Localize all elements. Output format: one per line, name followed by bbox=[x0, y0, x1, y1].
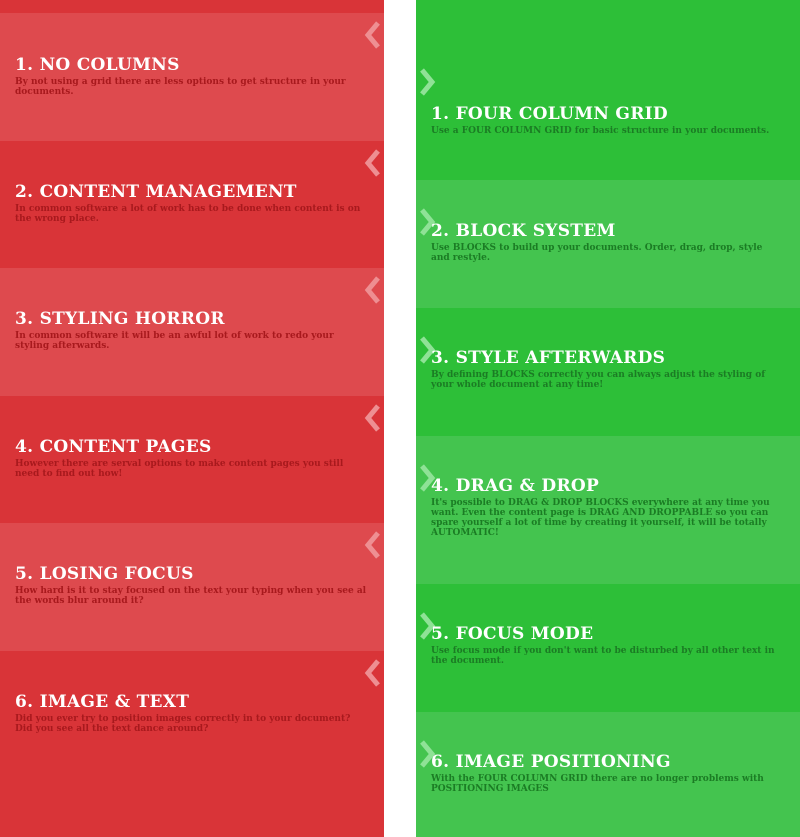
solution-card-2[interactable]: 2. BLOCK SYSTEM Use BLOCKS to build up y… bbox=[416, 180, 800, 308]
problem-title: 1. NO COLUMNS bbox=[15, 55, 180, 75]
chevron-left-icon[interactable] bbox=[362, 276, 384, 304]
problem-card-2[interactable]: 2. CONTENT MANAGEMENT In common software… bbox=[0, 141, 384, 268]
problem-description: By not using a grid there are less optio… bbox=[15, 77, 346, 97]
problems-column: 1. NO COLUMNS By not using a grid there … bbox=[0, 0, 384, 837]
problem-title: 5. LOSING FOCUS bbox=[15, 564, 194, 584]
chevron-left-icon[interactable] bbox=[362, 149, 384, 177]
problem-title: 3. STYLING HORROR bbox=[15, 309, 225, 329]
chevron-left-icon[interactable] bbox=[362, 659, 384, 687]
solution-description: It's possible to DRAG & DROP BLOCKS ever… bbox=[431, 498, 770, 538]
solutions-column: 1. FOUR COLUMN GRID Use a FOUR COLUMN GR… bbox=[416, 0, 800, 837]
chevron-left-icon[interactable] bbox=[362, 21, 384, 49]
solution-title: 4. DRAG & DROP bbox=[431, 476, 600, 496]
solution-title: 5. FOCUS MODE bbox=[431, 624, 594, 644]
problem-description: How hard is it to stay focused on the te… bbox=[15, 586, 367, 606]
solution-description: With the FOUR COLUMN GRID there are no l… bbox=[431, 774, 764, 794]
solution-description: Use BLOCKS to build up your documents. O… bbox=[431, 243, 763, 263]
problem-description: In common software a lot of work has to … bbox=[15, 204, 361, 224]
problem-title: 2. CONTENT MANAGEMENT bbox=[15, 182, 297, 202]
problem-description: In common software it will be an awful l… bbox=[15, 331, 334, 351]
problem-title: 4. CONTENT PAGES bbox=[15, 437, 212, 457]
problem-card-6[interactable]: 6. IMAGE & TEXT Did you ever try to posi… bbox=[0, 651, 384, 837]
solution-card-3[interactable]: 3. STYLE AFTERWARDS By defining BLOCKS c… bbox=[416, 308, 800, 436]
solution-card-1[interactable]: 1. FOUR COLUMN GRID Use a FOUR COLUMN GR… bbox=[416, 40, 800, 180]
problem-card-1[interactable]: 1. NO COLUMNS By not using a grid there … bbox=[0, 13, 384, 141]
problem-card-3[interactable]: 3. STYLING HORROR In common software it … bbox=[0, 268, 384, 396]
solution-title: 1. FOUR COLUMN GRID bbox=[431, 104, 668, 124]
solution-card-5[interactable]: 5. FOCUS MODE Use focus mode if you don'… bbox=[416, 584, 800, 712]
solution-card-6[interactable]: 6. IMAGE POSITIONING With the FOUR COLUM… bbox=[416, 712, 800, 837]
solution-title: 2. BLOCK SYSTEM bbox=[431, 221, 616, 241]
solution-card-4[interactable]: 4. DRAG & DROP It's possible to DRAG & D… bbox=[416, 436, 800, 584]
problem-description: However there are serval options to make… bbox=[15, 459, 344, 479]
chevron-left-icon[interactable] bbox=[362, 404, 384, 432]
solution-title: 6. IMAGE POSITIONING bbox=[431, 752, 671, 772]
solution-description: By defining BLOCKS correctly you can alw… bbox=[431, 370, 766, 390]
problem-card-4[interactable]: 4. CONTENT PAGES However there are serva… bbox=[0, 396, 384, 523]
chevron-left-icon[interactable] bbox=[362, 531, 384, 559]
problem-title: 6. IMAGE & TEXT bbox=[15, 692, 190, 712]
solution-description: Use a FOUR COLUMN GRID for basic structu… bbox=[431, 126, 770, 136]
problem-card-5[interactable]: 5. LOSING FOCUS How hard is it to stay f… bbox=[0, 523, 384, 651]
solution-description: Use focus mode if you don't want to be d… bbox=[431, 646, 775, 666]
chevron-right-icon[interactable] bbox=[416, 68, 438, 96]
solution-title: 3. STYLE AFTERWARDS bbox=[431, 348, 666, 368]
problem-description: Did you ever try to position images corr… bbox=[15, 714, 351, 734]
